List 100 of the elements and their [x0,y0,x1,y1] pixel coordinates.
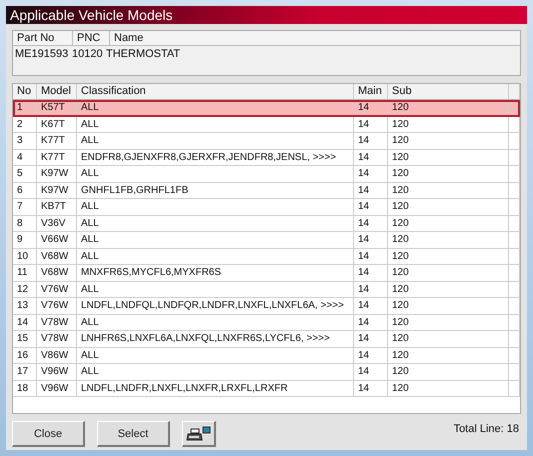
column-header: Model [37,84,77,100]
table-cell: MNXFR6S,MYCFL6,MYXFR6S [77,265,354,282]
printer-icon [186,426,212,442]
table-cell: LNDFL,LNDFR,LNXFL,LNXFR,LRXFL,LRXFR [77,380,354,397]
table-cell: 14 [354,265,388,282]
column-header: Sub [388,84,509,100]
table-cell: ALL [77,100,354,116]
table-cell: 120 [388,216,509,232]
table-cell: 120 [388,133,509,150]
table-row[interactable]: 2 K67T ALL 14 120 [13,116,520,133]
table-cell: 120 [388,199,509,216]
table-cell: 8 [13,216,37,232]
table-cell: 14 [354,199,388,216]
table-cell: ALL [77,199,354,216]
table-cell: K67T [37,116,77,133]
table-cell: 14 [354,166,388,182]
table-cell: ALL [77,133,354,150]
table-cell: 12 [13,282,37,298]
table-cell: ALL [77,314,354,331]
table-cell: 120 [388,348,509,364]
close-button[interactable]: Close [12,421,85,447]
table-row[interactable]: 11 V68W MNXFR6S,MYCFL6,MYXFR6S 14 120 [13,265,520,282]
table-cell: ENDFR8,GJENXFR8,GJERXFR,JENDFR8,JENSL, >>>> [77,150,354,166]
table-cell: 14 [354,100,388,116]
table-cell: 6 [13,182,37,199]
table-cell: 14 [354,282,388,298]
part-value: THERMOSTAT [105,47,182,62]
table-cell: V78W [37,331,77,348]
table-cell: ALL [77,216,354,232]
column-header: Part No [13,31,73,46]
table-cell: 120 [388,282,509,298]
table-cell: V86W [37,348,77,364]
table-row[interactable]: 9 V66W ALL 14 120 [13,232,520,248]
table-row[interactable]: 15 V78W LNHFR6S,LNXFL6A,LNXFQL,LNXFR6S,LYCFL6, >>>> 14 120 [13,331,520,348]
table-cell: ALL [77,282,354,298]
table-row[interactable]: 8 V36V ALL 14 120 [13,216,520,232]
table-cell: 14 [354,380,388,397]
column-header: Main [354,84,388,100]
table-cell: 120 [388,150,509,166]
table-row[interactable]: 6 K97W GNHFL1FB,GRHFL1FB 14 120 [13,182,520,199]
table-cell: ALL [77,364,354,380]
table-cell: ALL [77,166,354,182]
table-cell: 120 [388,314,509,331]
table-cell: 3 [13,133,37,150]
table-cell: V76W [37,298,77,314]
table-cell: V78W [37,314,77,331]
table-row[interactable]: 18 V96W LNDFL,LNDFR,LNXFL,LNXFR,LRXFL,LRXFR 14 120 [13,380,520,397]
table-cell: 17 [13,364,37,380]
table-row[interactable]: 4 K77T ENDFR8,GJENXFR8,GJERXFR,JENDFR8,JENSL, >>>> 14 120 [13,150,520,166]
table-cell: 14 [354,150,388,166]
table-row[interactable]: 10 V68W ALL 14 120 [13,248,520,265]
table-cell: 7 [13,199,37,216]
table-cell: 14 [354,348,388,364]
table-cell: V68W [37,265,77,282]
table-cell: KB7T [37,199,77,216]
table-cell: V68W [37,248,77,265]
table-row[interactable]: 17 V96W ALL 14 120 [13,364,520,380]
table-cell: 120 [388,100,509,116]
table-row[interactable]: 1 K57T ALL 14 120 [13,100,520,116]
table-cell: GNHFL1FB,GRHFL1FB [77,182,354,199]
table-row[interactable]: 16 V86W ALL 14 120 [13,348,520,364]
table-row[interactable]: 12 V76W ALL 14 120 [13,282,520,298]
table-cell: 120 [388,380,509,397]
table-cell: 11 [13,265,37,282]
table-cell: K57T [37,100,77,116]
table-row[interactable]: 7 KB7T ALL 14 120 [13,199,520,216]
table-cell: K97W [37,166,77,182]
table-cell: K77T [37,150,77,166]
table-row[interactable]: 13 V76W LNDFL,LNDFQL,LNDFQR,LNDFR,LNXFL,LNXFL6A, >>>> 14 120 [13,298,520,314]
select-button[interactable]: Select [97,421,170,447]
table-cell: 120 [388,298,509,314]
table-row[interactable]: 14 V78W ALL 14 120 [13,314,520,331]
table-cell: 120 [388,182,509,199]
table-cell: ALL [77,248,354,265]
table-cell: 16 [13,348,37,364]
table-cell: 2 [13,116,37,133]
table-cell: ALL [77,116,354,133]
table-cell: 18 [13,380,37,397]
table-cell: 4 [13,150,37,166]
table-cell: 14 [354,232,388,248]
table-row[interactable]: 3 K77T ALL 14 120 [13,133,520,150]
table-cell: 120 [388,331,509,348]
table-cell: 120 [388,364,509,380]
table-cell: 14 [13,314,37,331]
table-cell: ALL [77,348,354,364]
table-row[interactable]: 5 K97W ALL 14 120 [13,166,520,182]
print-button[interactable] [182,421,216,447]
table-cell: 120 [388,265,509,282]
part-value: ME191593 [14,47,70,62]
table-cell: 120 [388,166,509,182]
table-cell: 14 [354,331,388,348]
table-cell: ALL [77,232,354,248]
table-cell: 120 [388,248,509,265]
table-cell: 14 [354,248,388,265]
table-cell: 15 [13,331,37,348]
table-cell: V66W [37,232,77,248]
table-cell: K97W [37,182,77,199]
table-cell: 1 [13,100,37,116]
table-cell: K77T [37,133,77,150]
part-value: 10120 [71,47,104,62]
